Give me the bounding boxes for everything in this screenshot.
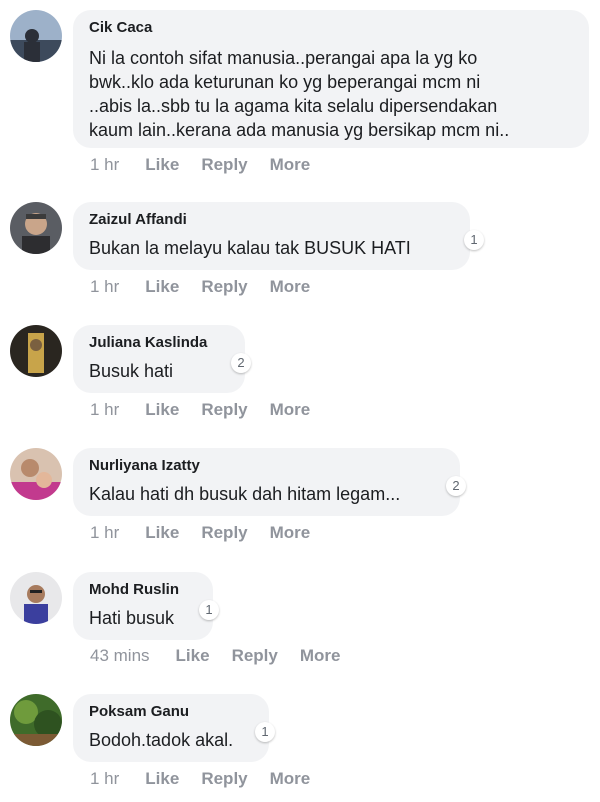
- comment-bubble: Mohd Ruslin Hati busuk 1: [73, 572, 219, 640]
- like-link[interactable]: Like: [145, 769, 179, 788]
- like-link[interactable]: Like: [145, 400, 179, 419]
- comment-text: Ni la contoh sifat manusia..perangai apa…: [89, 48, 510, 140]
- more-link[interactable]: More: [270, 277, 311, 296]
- comment-bubble: Nurliyana Izatty Kalau hati dh busuk dah…: [73, 448, 466, 516]
- more-link[interactable]: More: [270, 523, 311, 542]
- reply-link[interactable]: Reply: [232, 646, 278, 665]
- comment-timestamp[interactable]: 1 hr: [90, 769, 119, 788]
- avatar[interactable]: [10, 694, 62, 746]
- comment-timestamp[interactable]: 1 hr: [90, 523, 119, 542]
- comment-timestamp[interactable]: 1 hr: [90, 155, 119, 174]
- reply-link[interactable]: Reply: [201, 277, 247, 296]
- avatar[interactable]: [10, 202, 62, 254]
- reply-link[interactable]: Reply: [201, 400, 247, 419]
- comment-actions: 1 hr Like Reply More: [90, 277, 332, 297]
- comment-author[interactable]: Juliana Kaslinda: [89, 333, 229, 353]
- comment-bubble: Poksam Ganu Bodoh.tadok akal. 1: [73, 694, 275, 762]
- more-link[interactable]: More: [300, 646, 341, 665]
- like-link[interactable]: Like: [145, 277, 179, 296]
- comment-text: Bodoh.tadok akal.: [89, 730, 234, 750]
- more-link[interactable]: More: [270, 400, 311, 419]
- comment-author[interactable]: Mohd Ruslin: [89, 580, 197, 600]
- comment-actions: 1 hr Like Reply More: [90, 400, 332, 420]
- avatar[interactable]: [10, 448, 62, 500]
- comment-author[interactable]: Cik Caca: [89, 18, 573, 38]
- comment-bubble: Juliana Kaslinda Busuk hati 2: [73, 325, 251, 393]
- comment-timestamp[interactable]: 43 mins: [90, 646, 150, 665]
- comment-text: Busuk hati: [89, 361, 174, 381]
- like-link[interactable]: Like: [176, 646, 210, 665]
- comment-text: Hati busuk: [89, 608, 175, 628]
- comment-text: Kalau hati dh busuk dah hitam legam...: [89, 484, 401, 504]
- like-link[interactable]: Like: [145, 155, 179, 174]
- reaction-count[interactable]: 1: [255, 722, 275, 742]
- avatar[interactable]: [10, 325, 62, 377]
- reaction-count[interactable]: 2: [446, 476, 466, 496]
- avatar[interactable]: [10, 10, 62, 62]
- comment-actions: 43 mins Like Reply More: [90, 646, 362, 666]
- reaction-count[interactable]: 2: [231, 353, 251, 373]
- comment-text: Bukan la melayu kalau tak BUSUK HATI: [89, 238, 411, 258]
- comment-actions: 1 hr Like Reply More: [90, 769, 332, 789]
- more-link[interactable]: More: [270, 769, 311, 788]
- avatar[interactable]: [10, 572, 62, 624]
- comment-bubble: Cik Caca Ni la contoh sifat manusia..per…: [73, 10, 589, 148]
- more-link[interactable]: More: [270, 155, 311, 174]
- comment-author[interactable]: Nurliyana Izatty: [89, 456, 444, 476]
- comment-timestamp[interactable]: 1 hr: [90, 277, 119, 296]
- comment-timestamp[interactable]: 1 hr: [90, 400, 119, 419]
- comment-actions: 1 hr Like Reply More: [90, 155, 332, 175]
- reply-link[interactable]: Reply: [201, 155, 247, 174]
- comment-author[interactable]: Poksam Ganu: [89, 702, 253, 722]
- comment-author[interactable]: Zaizul Affandi: [89, 210, 454, 230]
- reaction-count[interactable]: 1: [464, 230, 484, 250]
- comment-actions: 1 hr Like Reply More: [90, 523, 332, 543]
- like-link[interactable]: Like: [145, 523, 179, 542]
- reaction-count[interactable]: 1: [199, 600, 219, 620]
- comment-bubble: Zaizul Affandi Bukan la melayu kalau tak…: [73, 202, 484, 270]
- reply-link[interactable]: Reply: [201, 769, 247, 788]
- reply-link[interactable]: Reply: [201, 523, 247, 542]
